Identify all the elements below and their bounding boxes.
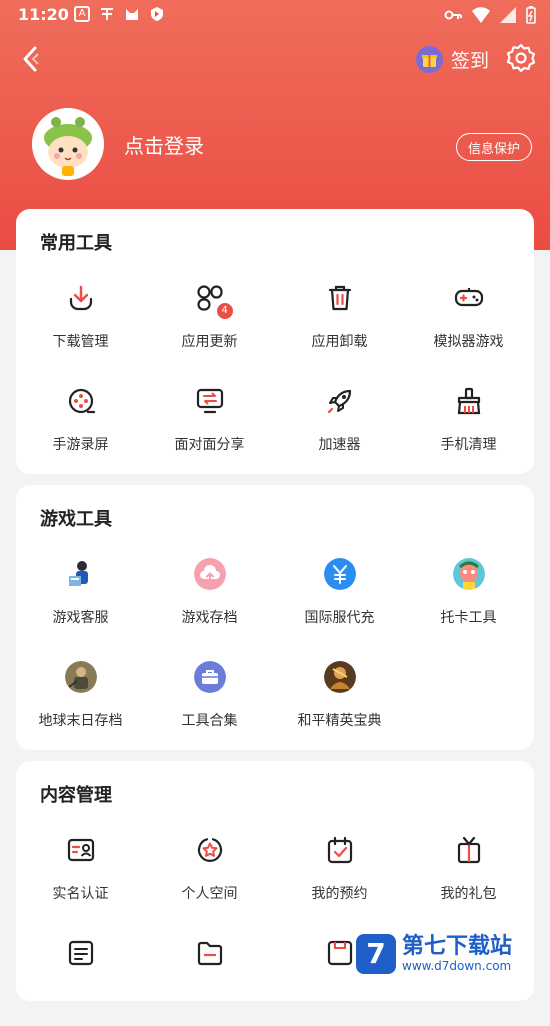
earth-doomsday-icon <box>64 660 98 694</box>
checkin-label: 签到 <box>451 49 490 72</box>
broom-icon <box>452 384 486 418</box>
tool-label: 游戏客服 <box>52 610 109 626</box>
tool-accelerator[interactable]: 加速器 <box>275 384 404 474</box>
tool-label: 实名认证 <box>52 886 109 902</box>
tool-toolbox[interactable]: 工具合集 <box>145 660 274 750</box>
tool-label: 地球末日存档 <box>38 713 123 729</box>
tool-label: 面对面分享 <box>174 437 245 453</box>
tool-label: 模拟器游戏 <box>433 334 504 350</box>
tool-label: 和平精英宝典 <box>297 713 382 729</box>
tool-label: 工具合集 <box>181 713 238 729</box>
tool-screen-record[interactable]: 手游录屏 <box>16 384 145 474</box>
rocket-icon <box>323 384 357 418</box>
tool-label: 我的预约 <box>311 886 368 902</box>
toca-icon <box>452 557 486 591</box>
section-title: 游戏工具 <box>40 509 112 530</box>
tool-label: 应用更新 <box>181 334 238 350</box>
tool-phone-clean[interactable]: 手机清理 <box>404 384 533 474</box>
gear-icon <box>506 43 536 73</box>
gift-box-icon <box>452 833 486 867</box>
record-icon <box>64 384 98 418</box>
tool-intl-recharge[interactable]: 国际服代充 <box>275 557 404 647</box>
tool-earth-doomsday-save[interactable]: 地球末日存档 <box>16 660 145 750</box>
update-count-badge: 4 <box>216 303 233 319</box>
wifi-icon <box>472 7 490 23</box>
common-tools-card: 常用工具 下载管理 4 应用更新 应用卸载 模拟器游戏 手游录屏 面对面分享 加… <box>16 209 534 474</box>
tool-label: 下载管理 <box>52 334 109 350</box>
tool-label: 个人空间 <box>181 886 238 902</box>
notification-cat-icon <box>126 9 138 20</box>
tool-label: 托卡工具 <box>440 610 497 626</box>
tool-my-gifts[interactable]: 我的礼包 <box>404 833 533 923</box>
key-icon <box>444 10 462 20</box>
avatar[interactable] <box>32 108 104 180</box>
folder-icon <box>193 936 227 970</box>
content-row2-item-1[interactable] <box>16 936 145 1026</box>
customer-service-icon <box>64 557 98 591</box>
tool-download-manager[interactable]: 下载管理 <box>16 281 145 371</box>
tool-face-to-face-share[interactable]: 面对面分享 <box>145 384 274 474</box>
battery-icon <box>526 6 536 24</box>
tool-label: 加速器 <box>318 437 361 453</box>
tool-emulator-games[interactable]: 模拟器游戏 <box>404 281 533 371</box>
star-circle-icon <box>193 833 227 867</box>
app-update-icon: 4 <box>193 281 233 319</box>
notification-a-icon: A <box>74 6 90 22</box>
signal-icon <box>500 7 516 23</box>
watermark-logo-icon: 7 <box>356 933 396 974</box>
mascot-avatar-icon <box>32 108 104 180</box>
back-button[interactable] <box>18 44 46 74</box>
tool-game-save[interactable]: 游戏存档 <box>145 557 274 647</box>
status-time: 11:20 <box>18 5 69 24</box>
login-link[interactable]: 点击登录 <box>124 130 204 159</box>
gamepad-icon <box>452 281 486 315</box>
calendar-check-icon <box>323 833 357 867</box>
tool-label: 游戏存档 <box>181 610 238 626</box>
share-screen-icon <box>193 384 227 418</box>
status-bar: 11:20 A <box>0 0 550 32</box>
tool-real-name-auth[interactable]: 实名认证 <box>16 833 145 923</box>
document-list-icon <box>64 936 98 970</box>
chevron-left-icon <box>23 46 39 72</box>
tool-app-update[interactable]: 4 应用更新 <box>145 281 274 371</box>
tool-label: 国际服代充 <box>304 610 375 626</box>
tool-personal-space[interactable]: 个人空间 <box>145 833 274 923</box>
tool-peace-elite-guide[interactable]: 和平精英宝典 <box>275 660 404 750</box>
tool-toca[interactable]: 托卡工具 <box>404 557 533 647</box>
download-icon <box>64 281 98 315</box>
toolbox-icon <box>193 660 227 694</box>
tool-label: 手游录屏 <box>52 437 109 453</box>
notification-shield-icon <box>151 7 163 21</box>
section-title: 常用工具 <box>40 233 112 254</box>
gift-icon <box>416 45 443 73</box>
watermark-url: www.d7down.com <box>402 958 512 973</box>
tool-app-uninstall[interactable]: 应用卸载 <box>275 281 404 371</box>
notification-icons: A <box>74 6 165 22</box>
save-icon <box>323 936 357 970</box>
content-row2-item-2[interactable] <box>145 936 274 1026</box>
id-card-icon <box>64 833 98 867</box>
tool-my-reservations[interactable]: 我的预约 <box>275 833 404 923</box>
privacy-protection-button[interactable]: 信息保护 <box>456 133 532 161</box>
cloud-upload-icon <box>193 557 227 591</box>
tool-label: 手机清理 <box>440 437 497 453</box>
checkin-button[interactable]: 签到 <box>416 44 489 74</box>
section-title: 内容管理 <box>40 785 112 806</box>
watermark-title: 第七下载站 <box>402 933 513 959</box>
trash-icon <box>323 281 357 315</box>
settings-button[interactable] <box>506 43 536 73</box>
notification-app-icon <box>101 8 113 20</box>
tool-label: 应用卸载 <box>311 334 368 350</box>
game-tools-card: 游戏工具 游戏客服 游戏存档 国际服代充 托卡工具 地球末日存档 工具合集 和平… <box>16 485 534 750</box>
tool-game-customer-service[interactable]: 游戏客服 <box>16 557 145 647</box>
tool-label: 我的礼包 <box>440 886 497 902</box>
site-watermark: 7 第七下载站 www.d7down.com <box>356 928 550 979</box>
peace-elite-icon <box>323 660 357 694</box>
yuan-icon <box>323 557 357 591</box>
system-icons <box>444 6 536 24</box>
